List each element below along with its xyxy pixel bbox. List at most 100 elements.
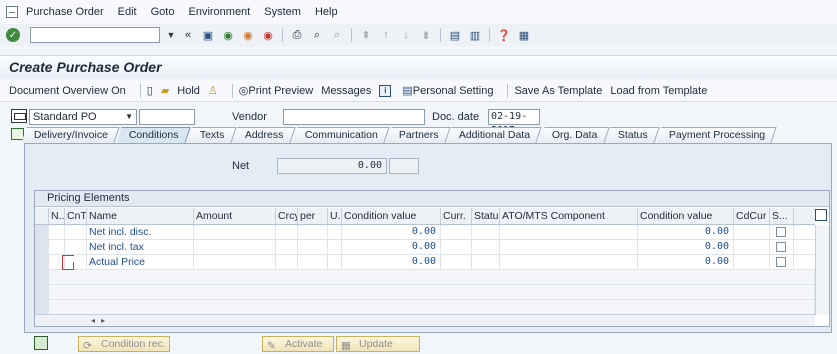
row-selector[interactable] [35, 285, 49, 299]
statistics-checkbox[interactable] [776, 227, 786, 237]
menu-environment[interactable]: Environment [188, 6, 250, 18]
row-selector-header[interactable] [35, 208, 49, 224]
column-header[interactable]: CnTy [65, 208, 87, 224]
find-next-icon[interactable]: ⌕ [329, 27, 345, 43]
column-header[interactable]: per [298, 208, 328, 224]
shortcut-icon[interactable]: ▥ [467, 27, 483, 43]
print-preview-button[interactable]: ◎ Print Preview [239, 84, 313, 98]
table-cell[interactable] [328, 240, 342, 254]
tab-conditions[interactable]: Conditions [116, 127, 191, 143]
table-row[interactable]: Actual Price 0.00 0.00 [35, 255, 815, 270]
column-header[interactable]: Status [472, 208, 500, 224]
condition-name[interactable]: Actual Price [87, 255, 194, 269]
condition-value-2[interactable]: 0.00 [638, 225, 734, 239]
find-icon[interactable]: ⌕ [309, 27, 325, 43]
table-cell[interactable] [328, 225, 342, 239]
tab-delivery-invoice[interactable]: Delivery/Invoice [21, 127, 120, 143]
save-icon[interactable]: ▣ [200, 27, 216, 43]
column-header[interactable]: ATO/MTS Component [500, 208, 638, 224]
table-cell[interactable] [298, 255, 328, 269]
table-cell[interactable] [49, 240, 65, 254]
table-cell[interactable] [276, 240, 298, 254]
new-document-icon[interactable]: ▯ [147, 84, 153, 97]
condition-value[interactable]: 0.00 [342, 225, 441, 239]
back-double-icon[interactable]: « [180, 27, 196, 43]
table-cell[interactable] [65, 240, 87, 254]
print-icon[interactable]: ⎙ [289, 27, 305, 43]
hold-button[interactable]: Hold [177, 85, 200, 97]
other-document-icon[interactable]: ▰ [161, 84, 169, 97]
next-page-icon[interactable]: ↓ [398, 27, 414, 43]
empty-row[interactable] [49, 300, 815, 314]
table-cell[interactable] [770, 225, 794, 239]
table-row[interactable]: Net incl. tax 0.00 0.00 [35, 240, 815, 255]
menu-edit[interactable]: Edit [118, 6, 137, 18]
window-menu-icon[interactable] [6, 6, 18, 18]
row-selector[interactable] [35, 225, 49, 239]
condition-value-2[interactable]: 0.00 [638, 240, 734, 254]
condition-name[interactable]: Net incl. disc. [87, 225, 194, 239]
table-cell[interactable] [500, 240, 638, 254]
update-button[interactable]: ▦ Update [336, 336, 420, 352]
table-cell[interactable] [298, 225, 328, 239]
tab-status[interactable]: Status [605, 127, 660, 143]
statistics-checkbox[interactable] [776, 257, 786, 267]
layout-icon[interactable]: ▦ [516, 27, 532, 43]
info-button[interactable]: i [379, 84, 394, 97]
back-icon[interactable]: ◉ [220, 27, 236, 43]
first-page-icon[interactable]: ⇞ [358, 27, 374, 43]
tab-communication[interactable]: Communication [292, 127, 390, 143]
last-page-icon[interactable]: ⇟ [418, 27, 434, 43]
table-cell[interactable] [734, 225, 770, 239]
document-overview-button[interactable]: Document Overview On [9, 85, 126, 97]
table-cell[interactable] [276, 225, 298, 239]
exit-icon[interactable]: ◉ [240, 27, 256, 43]
table-cell[interactable] [298, 240, 328, 254]
condition-name[interactable]: Net incl. tax [87, 240, 194, 254]
row-selector[interactable] [35, 300, 49, 314]
vendor-field[interactable] [283, 109, 425, 125]
table-cell[interactable] [472, 240, 500, 254]
new-session-icon[interactable]: ▤ [447, 27, 463, 43]
table-cell[interactable] [194, 240, 276, 254]
column-header[interactable]: N.. [49, 208, 65, 224]
command-dropdown-icon[interactable]: ▼ [164, 27, 178, 43]
scroll-right-icon[interactable]: ▸ [101, 316, 105, 325]
column-header[interactable]: U... [328, 208, 342, 224]
column-header[interactable]: Name [87, 208, 194, 224]
column-header[interactable]: Condition value [638, 208, 734, 224]
table-cell[interactable] [441, 240, 472, 254]
table-cell[interactable] [472, 225, 500, 239]
empty-row[interactable] [49, 270, 815, 284]
table-cell[interactable] [734, 255, 770, 269]
table-cell[interactable] [500, 255, 638, 269]
table-row[interactable]: Net incl. disc. 0.00 0.00 [35, 225, 815, 240]
condition-value[interactable]: 0.00 [342, 240, 441, 254]
column-header[interactable]: Amount [194, 208, 276, 224]
save-as-template-button[interactable]: Save As Template [514, 85, 602, 97]
command-field[interactable] [30, 27, 160, 43]
help-icon[interactable]: ❓ [496, 27, 512, 43]
table-cell[interactable] [734, 240, 770, 254]
table-cell[interactable] [65, 225, 87, 239]
tab-payment-processing[interactable]: Payment Processing [656, 127, 777, 143]
table-cell[interactable] [770, 255, 794, 269]
statistics-checkbox[interactable] [776, 242, 786, 252]
document-number-field[interactable] [139, 109, 195, 125]
tab-additional-data[interactable]: Additional Data [446, 127, 543, 143]
table-cell[interactable] [770, 240, 794, 254]
row-selector[interactable] [35, 255, 49, 269]
condition-value[interactable]: 0.00 [342, 255, 441, 269]
load-from-template-button[interactable]: Load from Template [610, 85, 707, 97]
table-cell[interactable] [328, 255, 342, 269]
table-cell[interactable] [276, 255, 298, 269]
table-cell[interactable] [500, 225, 638, 239]
menu-help[interactable]: Help [315, 6, 338, 18]
tab-partners[interactable]: Partners [386, 127, 451, 143]
doc-date-field[interactable]: 02-19-2017 [488, 109, 540, 136]
table-cell[interactable] [49, 225, 65, 239]
menu-goto[interactable]: Goto [151, 6, 175, 18]
row-selector[interactable] [35, 270, 49, 284]
tab-org-data[interactable]: Org. Data [539, 127, 609, 143]
personal-setting-button[interactable]: ▤ Personal Setting [402, 84, 493, 98]
